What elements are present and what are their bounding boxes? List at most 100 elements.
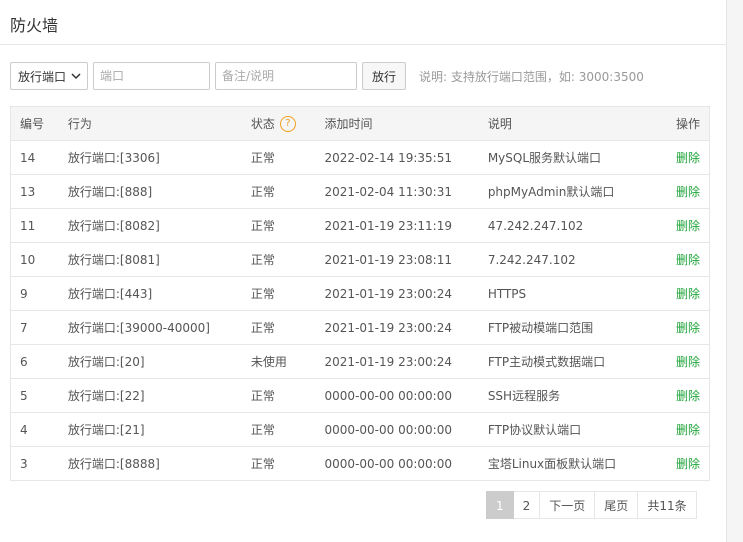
port-range-hint: 说明: 支持放行端口范围，如: 3000:3500 bbox=[419, 69, 644, 84]
rule-action: 放行端口:[22] bbox=[67, 378, 251, 413]
rule-time: 0000-00-00 00:00:00 bbox=[324, 446, 488, 481]
delete-link-label[interactable]: 删除 bbox=[676, 287, 700, 301]
rule-time: 0000-00-00 00:00:00 bbox=[324, 378, 488, 413]
rule-status: 正常 bbox=[250, 174, 325, 209]
rule-status: 正常 bbox=[250, 412, 325, 447]
rule-time: 2021-01-19 23:00:24 bbox=[324, 276, 488, 311]
rule-id: 9 bbox=[10, 276, 68, 311]
rule-action: 放行端口:[8081] bbox=[67, 242, 251, 277]
delete-link[interactable]: 删除 bbox=[660, 242, 710, 277]
rule-action: 放行端口:[888] bbox=[67, 174, 251, 209]
rule-action: 放行端口:[3306] bbox=[67, 140, 251, 175]
delete-link-label[interactable]: 删除 bbox=[676, 423, 700, 437]
rule-status: 正常 bbox=[250, 208, 325, 243]
rule-action: 放行端口:[20] bbox=[67, 344, 251, 379]
delete-link-label[interactable]: 删除 bbox=[676, 355, 700, 369]
rule-note: 47.242.247.102 bbox=[487, 208, 661, 243]
right-gutter bbox=[727, 0, 743, 542]
table-row: 6 放行端口:[20] 未使用 2021-01-19 23:00:24 FTP主… bbox=[10, 344, 710, 379]
chevron-down-icon bbox=[71, 73, 81, 80]
rule-id: 3 bbox=[10, 446, 68, 481]
rule-time: 2021-02-04 11:30:31 bbox=[324, 174, 488, 209]
col-operation: 操作 bbox=[660, 106, 710, 141]
rule-time: 2021-01-19 23:11:19 bbox=[324, 208, 488, 243]
title-divider bbox=[0, 44, 726, 45]
note-input[interactable] bbox=[215, 62, 357, 90]
table-row: 9 放行端口:[443] 正常 2021-01-19 23:00:24 HTTP… bbox=[10, 276, 710, 311]
rule-action: 放行端口:[443] bbox=[67, 276, 251, 311]
delete-link[interactable]: 删除 bbox=[660, 310, 710, 345]
port-input[interactable] bbox=[93, 62, 210, 90]
delete-link[interactable]: 删除 bbox=[660, 208, 710, 243]
rule-note: phpMyAdmin默认端口 bbox=[487, 174, 661, 209]
question-circle-icon[interactable]: ? bbox=[279, 116, 296, 133]
rule-status: 正常 bbox=[250, 242, 325, 277]
rule-status: 正常 bbox=[250, 446, 325, 481]
firewall-panel: 防火墙 放行端口 放行 说明: 支持放行端口范围，如: 3000:3500 编号… bbox=[0, 0, 727, 542]
rule-note: FTP主动模式数据端口 bbox=[487, 344, 661, 379]
allow-port-button[interactable]: 放行 bbox=[362, 62, 407, 90]
rule-status: 正常 bbox=[250, 140, 325, 175]
delete-link[interactable]: 删除 bbox=[660, 378, 710, 413]
table-row: 10 放行端口:[8081] 正常 2021-01-19 23:08:11 7.… bbox=[10, 242, 710, 277]
add-rule-toolbar: 放行端口 放行 说明: 支持放行端口范围，如: 3000:3500 bbox=[10, 61, 644, 91]
table-header-row: 编号 行为 状态? 添加时间 说明 操作 bbox=[10, 106, 710, 141]
rule-status: 未使用 bbox=[250, 344, 325, 379]
rule-note: 宝塔Linux面板默认端口 bbox=[487, 446, 661, 481]
delete-link-label[interactable]: 删除 bbox=[676, 151, 700, 165]
rule-id: 14 bbox=[10, 140, 68, 175]
rule-id: 13 bbox=[10, 174, 68, 209]
next-page-button[interactable]: 下一页 bbox=[540, 491, 596, 519]
rule-action: 放行端口:[8888] bbox=[67, 446, 251, 481]
table-row: 11 放行端口:[8082] 正常 2021-01-19 23:11:19 47… bbox=[10, 208, 710, 243]
rule-id: 4 bbox=[10, 412, 68, 447]
rule-id: 11 bbox=[10, 208, 68, 243]
page-title: 防火墙 bbox=[10, 16, 59, 35]
rule-note: 7.242.247.102 bbox=[487, 242, 661, 277]
delete-link[interactable]: 删除 bbox=[660, 276, 710, 311]
rule-note: FTP被动模端口范围 bbox=[487, 310, 661, 345]
table-row: 4 放行端口:[21] 正常 0000-00-00 00:00:00 FTP协议… bbox=[10, 412, 710, 447]
delete-link-label[interactable]: 删除 bbox=[676, 253, 700, 267]
col-status-label: 状态 bbox=[250, 116, 275, 131]
col-status: 状态? bbox=[250, 106, 325, 141]
rule-status: 正常 bbox=[250, 310, 325, 345]
delete-link[interactable]: 删除 bbox=[660, 446, 710, 481]
delete-link-label[interactable]: 删除 bbox=[676, 321, 700, 335]
table-row: 14 放行端口:[3306] 正常 2022-02-14 19:35:51 My… bbox=[10, 140, 710, 175]
delete-link[interactable]: 删除 bbox=[660, 174, 710, 209]
pagination: 1 2 下一页 尾页 共11条 bbox=[486, 491, 697, 519]
rule-action: 放行端口:[21] bbox=[67, 412, 251, 447]
rule-note: SSH远程服务 bbox=[487, 378, 661, 413]
delete-link[interactable]: 删除 bbox=[660, 344, 710, 379]
table-row: 5 放行端口:[22] 正常 0000-00-00 00:00:00 SSH远程… bbox=[10, 378, 710, 413]
delete-link-label[interactable]: 删除 bbox=[676, 185, 700, 199]
total-count: 共11条 bbox=[638, 491, 697, 519]
rule-type-select[interactable]: 放行端口 bbox=[10, 62, 88, 90]
col-action: 行为 bbox=[67, 106, 251, 141]
delete-link[interactable]: 删除 bbox=[660, 412, 710, 447]
rule-action: 放行端口:[8082] bbox=[67, 208, 251, 243]
rule-id: 10 bbox=[10, 242, 68, 277]
rule-type-value: 放行端口 bbox=[18, 69, 67, 84]
table-row: 13 放行端口:[888] 正常 2021-02-04 11:30:31 php… bbox=[10, 174, 710, 209]
last-page-button[interactable]: 尾页 bbox=[595, 491, 639, 519]
delete-link-label[interactable]: 删除 bbox=[676, 457, 700, 471]
delete-link-label[interactable]: 删除 bbox=[676, 389, 700, 403]
rule-note: FTP协议默认端口 bbox=[487, 412, 661, 447]
col-note: 说明 bbox=[487, 106, 661, 141]
page-1-button[interactable]: 1 bbox=[486, 491, 514, 519]
table-row: 3 放行端口:[8888] 正常 0000-00-00 00:00:00 宝塔L… bbox=[10, 446, 710, 481]
col-id: 编号 bbox=[10, 106, 68, 141]
delete-link[interactable]: 删除 bbox=[660, 140, 710, 175]
rule-time: 2022-02-14 19:35:51 bbox=[324, 140, 488, 175]
col-time: 添加时间 bbox=[324, 106, 488, 141]
rule-note: MySQL服务默认端口 bbox=[487, 140, 661, 175]
delete-link-label[interactable]: 删除 bbox=[676, 219, 700, 233]
rule-action: 放行端口:[39000-40000] bbox=[67, 310, 251, 345]
firewall-rules-table: 编号 行为 状态? 添加时间 说明 操作 14 放行端口:[3306] 正常 2… bbox=[10, 106, 710, 481]
rule-time: 2021-01-19 23:00:24 bbox=[324, 310, 488, 345]
rule-id: 7 bbox=[10, 310, 68, 345]
rule-time: 2021-01-19 23:00:24 bbox=[324, 344, 488, 379]
page-2-button[interactable]: 2 bbox=[513, 491, 541, 519]
